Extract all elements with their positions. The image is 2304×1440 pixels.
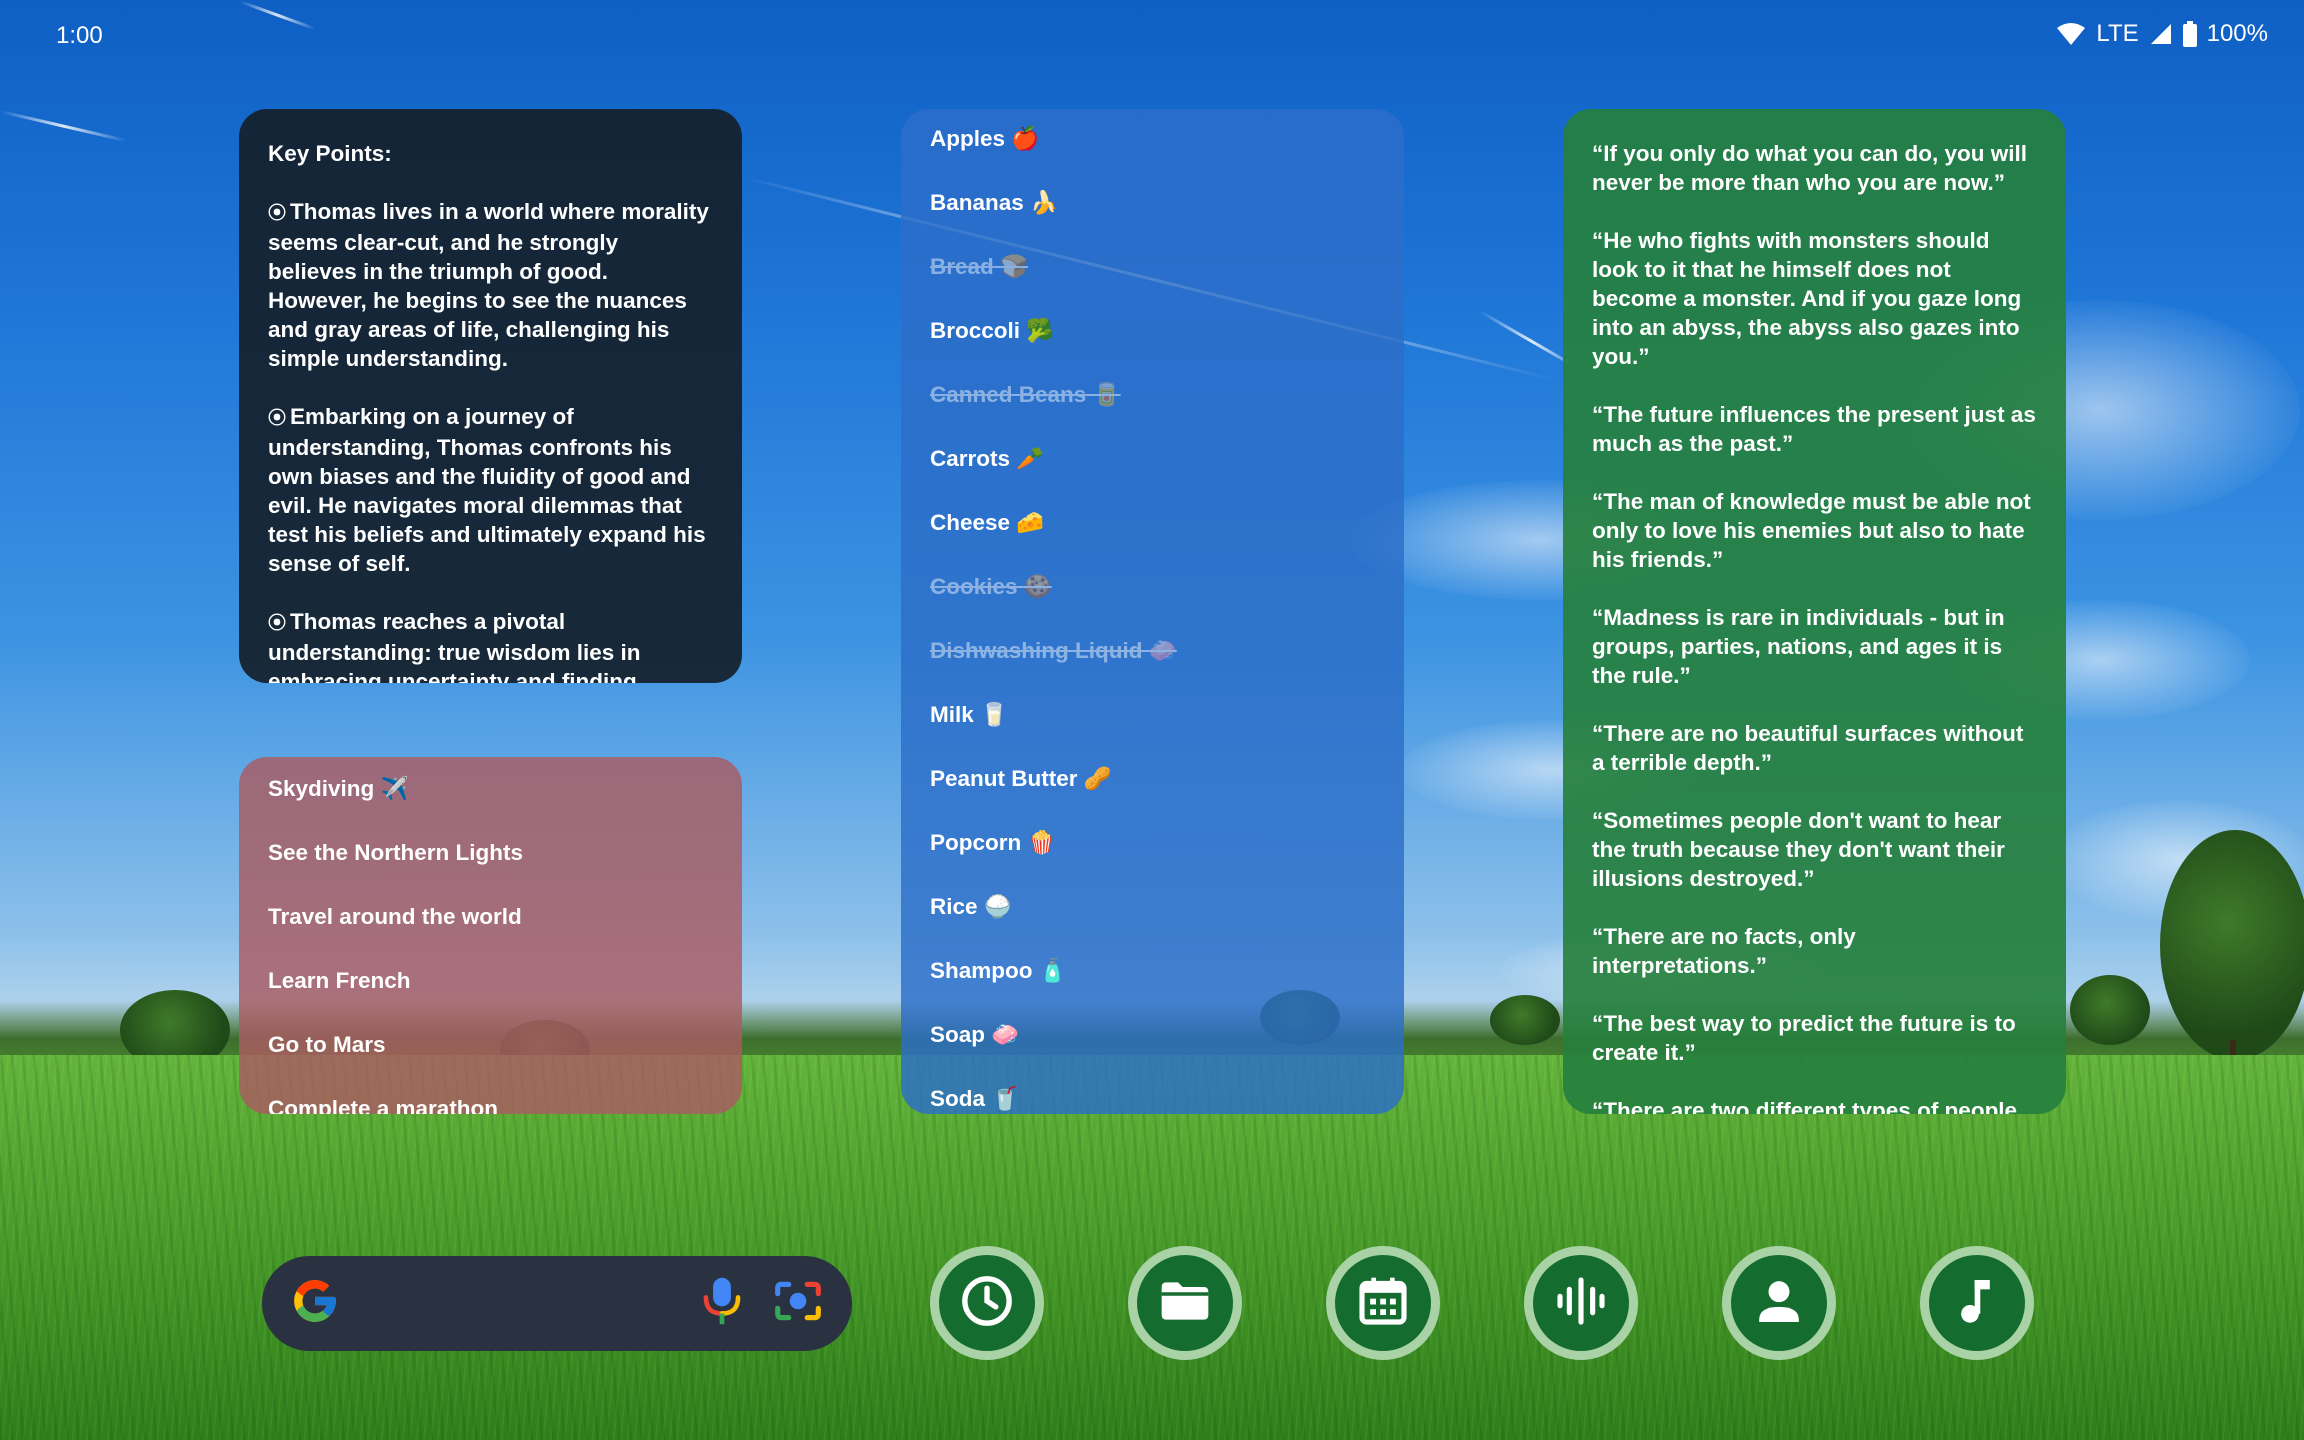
music-app-button[interactable] xyxy=(1920,1246,2034,1360)
bullet-icon: ⦿ xyxy=(268,203,286,224)
clock-app-button[interactable] xyxy=(930,1246,1044,1360)
list-item[interactable]: Peanut Butter 🥜 xyxy=(930,764,1375,828)
lotion-bottle-icon: 🧴 xyxy=(1038,958,1067,984)
tree xyxy=(2070,975,2150,1045)
list-item[interactable]: Dishwashing Liquid 🧼 xyxy=(930,636,1375,700)
lens-camera-icon[interactable] xyxy=(772,1277,824,1330)
app-icon-inner xyxy=(939,1255,1035,1351)
list-item[interactable]: Broccoli 🥦 xyxy=(930,316,1375,380)
list-item[interactable]: Go to Mars xyxy=(268,1030,713,1094)
notes-paragraph: ⦿ Thomas reaches a pivotal understanding:… xyxy=(268,609,641,683)
app-icon-inner xyxy=(1533,1255,1629,1351)
list-item[interactable]: Milk 🥛 xyxy=(930,700,1375,764)
folder-icon xyxy=(1157,1273,1213,1334)
list-item[interactable]: Shampoo 🧴 xyxy=(930,956,1375,1020)
list-item[interactable]: Soap 🧼 xyxy=(930,1020,1375,1084)
quote: “The future influences the present just … xyxy=(1592,402,2036,456)
quote: “Sometimes people don't want to hear the… xyxy=(1592,808,2005,891)
quote: “There are no beautiful surfaces without… xyxy=(1592,721,2024,775)
cheese-icon: 🧀 xyxy=(1016,510,1045,536)
rice-icon: 🍚 xyxy=(983,894,1012,920)
quote: “The man of knowledge must be able not o… xyxy=(1592,489,2031,572)
notes-title: Key Points: xyxy=(268,141,392,166)
peanut-icon: 🥜 xyxy=(1083,766,1112,792)
bullet-icon: ⦿ xyxy=(268,613,286,634)
network-type: LTE xyxy=(2096,20,2139,47)
notes-paragraph: ⦿ Thomas lives in a world where morality … xyxy=(268,199,709,371)
popcorn-icon: 🍿 xyxy=(1027,830,1056,856)
status-icons: LTE 100% xyxy=(2056,20,2268,48)
list-item[interactable]: Rice 🍚 xyxy=(930,892,1375,956)
google-search-bar[interactable] xyxy=(262,1256,852,1351)
calendar-app-button[interactable] xyxy=(1326,1246,1440,1360)
quote: “The best way to predict the future is t… xyxy=(1592,1011,2016,1065)
microphone-icon[interactable] xyxy=(700,1276,772,1331)
notes-paragraph: ⦿ Embarking on a journey of understanding… xyxy=(268,404,706,576)
wifi-icon xyxy=(2056,22,2086,46)
list-item[interactable]: See the Northern Lights xyxy=(268,838,713,902)
list-item[interactable]: Complete a marathon xyxy=(268,1094,713,1114)
music-note-icon xyxy=(1949,1273,2005,1334)
quote: “If you only do what you can do, you wil… xyxy=(1592,141,2028,195)
app-icon-inner xyxy=(1929,1255,2025,1351)
can-icon: 🥫 xyxy=(1092,382,1121,408)
quote: “He who fights with monsters should look… xyxy=(1592,228,2022,369)
list-item[interactable]: Cheese 🧀 xyxy=(930,508,1375,572)
notes-widget[interactable]: Key Points: ⦿ Thomas lives in a world whe… xyxy=(239,109,742,683)
signal-icon xyxy=(2149,22,2173,46)
bucket-list-widget[interactable]: Skydiving ✈️ See the Northern Lights Tra… xyxy=(239,757,742,1114)
tree xyxy=(2160,830,2304,1060)
broccoli-icon: 🥦 xyxy=(1026,318,1055,344)
bullet-icon: ⦿ xyxy=(268,408,286,429)
airplane-icon: ✈️ xyxy=(380,776,409,802)
contacts-app-button[interactable] xyxy=(1722,1246,1836,1360)
quote: “Madness is rare in individuals - but in… xyxy=(1592,605,2005,688)
cup-icon: 🥤 xyxy=(991,1086,1020,1112)
quotes-widget[interactable]: “If you only do what you can do, you wil… xyxy=(1563,109,2066,1114)
list-item[interactable]: Cookies 🍪 xyxy=(930,572,1375,636)
list-item[interactable]: Bread 🍞 xyxy=(930,252,1375,316)
list-item[interactable]: Bananas 🍌 xyxy=(930,188,1375,252)
google-g-icon[interactable] xyxy=(290,1276,340,1331)
tree xyxy=(1490,995,1560,1045)
person-icon xyxy=(1751,1273,1807,1334)
list-item[interactable]: Skydiving ✈️ xyxy=(268,774,713,838)
cookie-icon: 🍪 xyxy=(1023,574,1052,600)
list-item[interactable]: Learn French xyxy=(268,966,713,1030)
app-icon-inner xyxy=(1137,1255,1233,1351)
battery-icon xyxy=(2182,21,2197,47)
status-time: 1:00 xyxy=(56,22,103,49)
list-item[interactable]: Carrots 🥕 xyxy=(930,444,1375,508)
list-item[interactable]: Soda 🥤 xyxy=(930,1084,1375,1114)
banana-icon: 🍌 xyxy=(1030,190,1059,216)
clock-icon xyxy=(959,1273,1015,1334)
list-item[interactable]: Apples 🍎 xyxy=(930,124,1375,188)
files-app-button[interactable] xyxy=(1128,1246,1242,1360)
soap-icon: 🧼 xyxy=(1148,638,1177,664)
waveform-icon xyxy=(1553,1273,1609,1334)
quote: “There are two different types of people xyxy=(1592,1098,2018,1114)
milk-icon: 🥛 xyxy=(980,702,1009,728)
quote: “There are no facts, only interpretation… xyxy=(1592,924,1856,978)
list-item[interactable]: Canned Beans 🥫 xyxy=(930,380,1375,444)
soap-icon: 🧼 xyxy=(991,1022,1020,1048)
list-item[interactable]: Popcorn 🍿 xyxy=(930,828,1375,892)
recorder-app-button[interactable] xyxy=(1524,1246,1638,1360)
apple-icon: 🍎 xyxy=(1011,126,1040,152)
carrot-icon: 🥕 xyxy=(1016,446,1045,472)
app-icon-inner xyxy=(1731,1255,1827,1351)
bread-icon: 🍞 xyxy=(1000,254,1029,280)
calendar-icon xyxy=(1355,1273,1411,1334)
list-item[interactable]: Travel around the world xyxy=(268,902,713,966)
app-icon-inner xyxy=(1335,1255,1431,1351)
shopping-list-widget[interactable]: Apples 🍎 Bananas 🍌 Bread 🍞 Broccoli 🥦 Ca… xyxy=(901,109,1404,1114)
battery-percent: 100% xyxy=(2206,20,2268,47)
